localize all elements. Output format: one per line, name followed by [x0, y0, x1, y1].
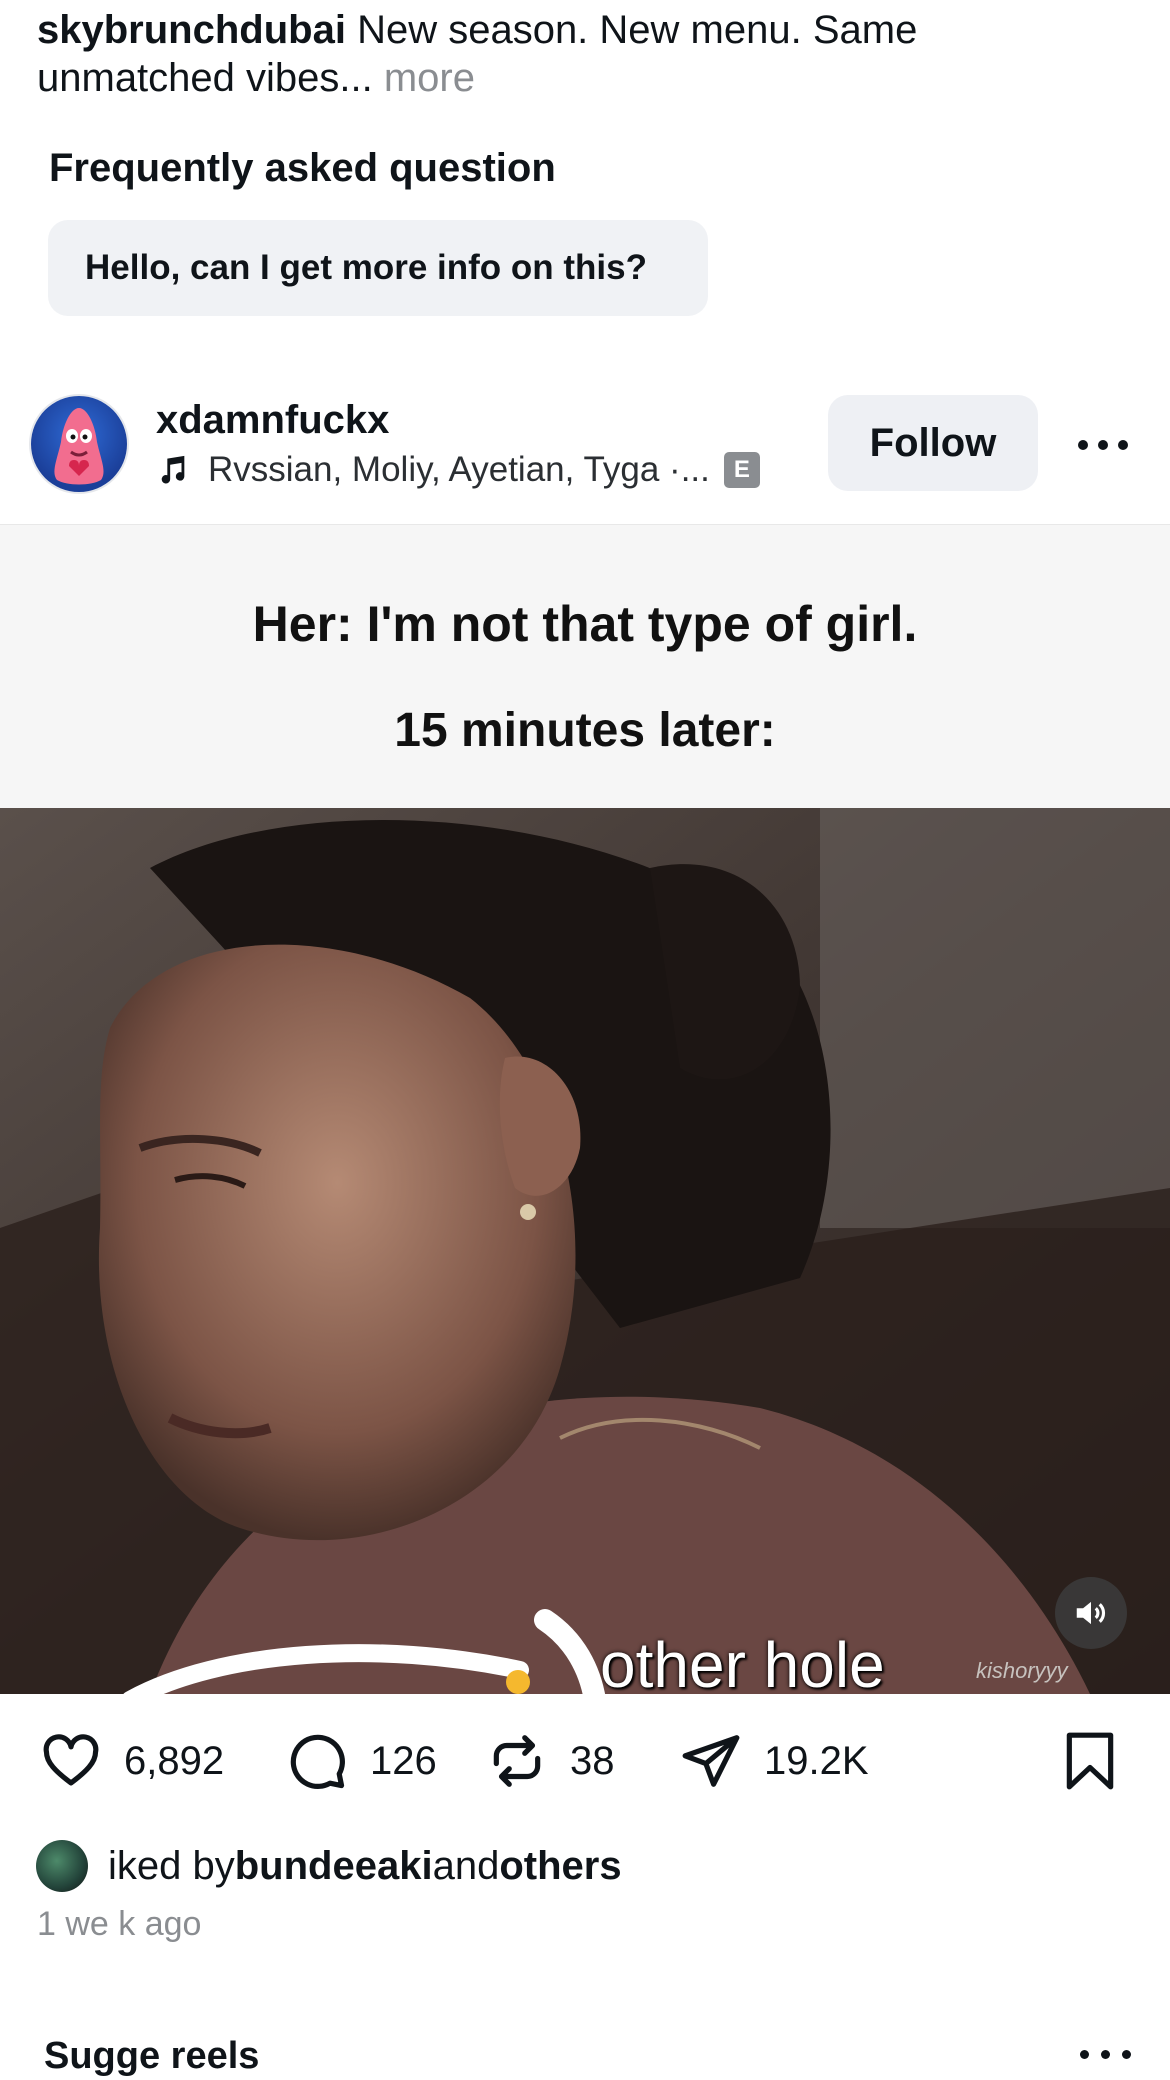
music-note-icon: [161, 455, 185, 484]
share-count: 19.2K: [764, 1738, 869, 1783]
more-options-icon[interactable]: [1080, 2050, 1131, 2059]
liked-by-middle: and: [432, 1843, 500, 1888]
liked-by-others[interactable]: others: [499, 1844, 621, 1889]
liked-by-username[interactable]: bundeeaki: [235, 1844, 433, 1889]
suggested-reels-title: Sugge reels: [44, 2035, 260, 2077]
share-button[interactable]: 19.2K: [680, 1730, 869, 1792]
meme-text-panel: [0, 525, 1170, 808]
heart-icon: [43, 1734, 99, 1786]
meme-text-line1: Her: I'm not that type of girl.: [252, 596, 918, 652]
post-media-video[interactable]: [0, 808, 1170, 1694]
faq-title: Frequently asked question: [49, 146, 556, 190]
comment-count: 126: [370, 1738, 437, 1783]
meme-text-line2: 15 minutes later:: [394, 704, 776, 757]
repost-button[interactable]: 38: [486, 1730, 615, 1792]
mute-toggle-button[interactable]: [1055, 1577, 1127, 1649]
post-username[interactable]: xdamnfuckx: [156, 398, 389, 443]
comment-button[interactable]: 126: [286, 1730, 437, 1792]
post-timestamp: 1 we k ago: [37, 1905, 202, 1943]
liked-by-avatar: [36, 1840, 88, 1892]
caption-username[interactable]: skybrunchdubai: [37, 8, 346, 52]
comment-icon: [290, 1734, 345, 1789]
video-frame-image: [0, 808, 1170, 1694]
send-icon: [682, 1735, 740, 1787]
liked-by-row[interactable]: iked by bundeeaki and others: [36, 1840, 622, 1892]
repost-count: 38: [570, 1738, 615, 1783]
repost-icon: [493, 1735, 541, 1787]
follow-button[interactable]: Follow: [828, 395, 1038, 491]
like-count: 6,892: [124, 1738, 225, 1783]
audio-label: Rvssian, Moliy, Ayetian, Tyga ·...: [208, 450, 710, 489]
audio-attribution[interactable]: Rvssian, Moliy, Ayetian, Tyga ·... E: [156, 450, 760, 490]
video-watermark: kishoryyy: [976, 1658, 1068, 1683]
avatar[interactable]: [31, 396, 127, 492]
faq-question-label: Hello, can I get more info on this?: [85, 248, 647, 287]
bookmark-icon: [1066, 1732, 1114, 1790]
explicit-badge: E: [723, 452, 760, 488]
liked-by-prefix: iked by: [108, 1843, 235, 1888]
faq-question-chip[interactable]: Hello, can I get more info on this?: [48, 220, 708, 316]
speaker-icon: [1076, 1601, 1106, 1625]
post-actions-bar: 6,892 126 38 19.2K: [40, 1730, 1140, 1800]
patrick-avatar-icon: [54, 408, 104, 485]
post-caption: skybrunchdubai New season. New menu. Sam…: [37, 6, 1117, 102]
more-options-icon[interactable]: [1078, 420, 1128, 470]
save-button[interactable]: [1062, 1730, 1140, 1792]
drawing-overlay-stroke: [121, 1609, 606, 1700]
like-button[interactable]: 6,892: [40, 1730, 224, 1792]
caption-more-link[interactable]: more: [373, 56, 475, 100]
